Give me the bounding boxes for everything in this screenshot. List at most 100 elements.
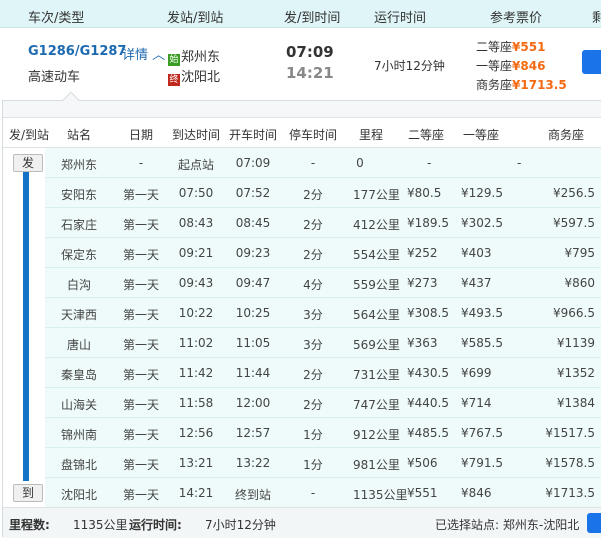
- stop-row[interactable]: 郑州东-起点站07:09-0---: [45, 148, 601, 178]
- cell: ¥1384: [556, 396, 595, 410]
- stop-row[interactable]: 石家庄 第一天 08:43 08:45 2分 412公里 ¥189.5 ¥302.5 ¥597.…: [45, 208, 601, 238]
- cell: -: [310, 486, 316, 500]
- seat-label: 二等座: [476, 40, 513, 54]
- cell: ¥252: [407, 246, 438, 260]
- cell: 沈阳北: [60, 488, 97, 502]
- cell: ¥1713.5: [545, 486, 595, 500]
- cell: ¥714: [461, 396, 492, 410]
- stop-row[interactable]: 保定东 第一天 09:21 09:23 2分 554公里 ¥252 ¥403 ¥795: [45, 238, 601, 268]
- cell: ¥430.5: [407, 366, 449, 380]
- stop-row[interactable]: 唐山 第一天 11:02 11:05 3分 569公里 ¥363 ¥585.5 ¥1139: [45, 328, 601, 358]
- from-name: 郑州东: [181, 50, 221, 65]
- arrive-tag: 到: [13, 484, 43, 502]
- to-name: 沈阳北: [181, 70, 221, 85]
- stop-row[interactable]: 锦州南 第一天 12:56 12:57 1分 912公里 ¥485.5 ¥767.5 ¥1517…: [45, 418, 601, 448]
- cell: ¥597.5: [553, 216, 595, 230]
- cell: 唐山: [66, 338, 91, 352]
- cell: ¥846: [461, 486, 492, 500]
- column-header: 一等座: [462, 128, 499, 142]
- cell: 1分: [303, 428, 323, 442]
- cell: ¥1352: [556, 366, 595, 380]
- cell: 412公里: [353, 218, 400, 232]
- stop-row[interactable]: 安阳东 第一天 07:50 07:52 2分 177公里 ¥80.5 ¥129.5 ¥256.5: [45, 178, 601, 208]
- stop-row[interactable]: 白沟 第一天 09:43 09:47 4分 559公里 ¥273 ¥437 ¥860: [45, 268, 601, 298]
- cell: 564公里: [353, 308, 400, 322]
- stop-row[interactable]: 盘锦北 第一天 13:21 13:22 1分 981公里 ¥506 ¥791.5 ¥1578.5: [45, 448, 601, 478]
- col-remaining: 剩: [592, 11, 601, 26]
- cell: ¥791.5: [461, 456, 503, 470]
- cell: 731公里: [353, 368, 400, 382]
- col-times: 发/到时间: [284, 11, 341, 26]
- price-first: 一等座¥846: [476, 57, 545, 74]
- cell: 2分: [303, 368, 323, 382]
- price-second: 二等座¥551: [476, 38, 545, 55]
- cell: 锦州南: [60, 428, 97, 442]
- col-price: 参考票价: [490, 11, 543, 26]
- cell: ¥440.5: [407, 396, 449, 410]
- price-value: ¥551: [512, 40, 546, 54]
- distance-label: 里程数:: [9, 518, 50, 532]
- cell: ¥551: [407, 486, 438, 500]
- column-header: 站名: [66, 128, 91, 142]
- cell: 912公里: [353, 428, 400, 442]
- depart-time: 07:09: [286, 43, 334, 61]
- price-value: ¥1713.5: [512, 78, 567, 92]
- cell: ¥1517.5: [545, 426, 595, 440]
- duration-label: 运行时间:: [129, 518, 182, 532]
- cell: ¥403: [461, 246, 492, 260]
- cell: ¥506: [407, 456, 438, 470]
- cell: 天津西: [60, 308, 97, 322]
- seat-label: 一等座: [476, 59, 513, 73]
- cell: 0: [356, 156, 364, 170]
- cell: 569公里: [353, 338, 400, 352]
- cell: -: [517, 156, 522, 170]
- cell: 安阳东: [60, 188, 97, 202]
- stop-row[interactable]: 山海关 第一天 11:58 12:00 2分 747公里 ¥440.5 ¥714 ¥1384: [45, 388, 601, 418]
- cell: 554公里: [353, 248, 400, 262]
- cell: 747公里: [353, 398, 400, 412]
- stop-row[interactable]: 秦皇岛 第一天 11:42 11:44 2分 731公里 ¥430.5 ¥699 ¥1352: [45, 358, 601, 388]
- cell: ¥129.5: [461, 186, 503, 200]
- cell: ¥493.5: [461, 306, 503, 320]
- cell: 2分: [303, 398, 323, 412]
- route-line: [23, 161, 29, 481]
- seat-label: 商务座: [476, 78, 513, 92]
- stop-row[interactable]: 天津西 第一天 10:22 10:25 3分 564公里 ¥308.5 ¥493.5 ¥966.…: [45, 298, 601, 328]
- cell: 177公里: [353, 188, 400, 202]
- duration: 7小时12分钟: [374, 59, 445, 73]
- cell: 保定东: [60, 248, 97, 262]
- stop-detail-panel: 发/到站 站名 日期 到达时间 开车时间 停车时间 里程 二等座 一等座 商务座 郑州东 - 起点站 0…: [2, 91, 601, 538]
- cell: 秦皇岛: [60, 368, 97, 382]
- results-header: 车次/类型 发站/到站 发/到时间 运行时间 参考票价 剩: [0, 0, 601, 28]
- panel-strip: [3, 101, 601, 118]
- selected-stations: 已选择站点: 郑州东-沈阳北: [435, 518, 580, 532]
- detail-columns: 发/到站 站名 日期 到达时间 开车时间 停车时间 里程 二等座 一等座 商务座: [3, 118, 601, 148]
- train-type: 高速动车: [28, 70, 81, 85]
- col-stations: 发站/到站: [167, 11, 224, 26]
- cell: -: [528, 156, 601, 170]
- cell: 2分: [303, 248, 323, 262]
- confirm-button[interactable]: [587, 513, 601, 533]
- cell: ¥189.5: [407, 216, 449, 230]
- book-button[interactable]: [582, 50, 601, 74]
- cell: 1分: [303, 458, 323, 472]
- cell: ¥966.5: [553, 306, 595, 320]
- stop-row[interactable]: 沈阳北 第一天 14:21 终到站 -1135公里 ¥551 ¥846 ¥1713.5: [45, 478, 601, 508]
- train-code[interactable]: G1286/G1287: [28, 44, 126, 59]
- cell: 3分: [303, 338, 323, 352]
- cell: 盘锦北: [60, 458, 97, 472]
- chevron-up-icon: ︿: [148, 48, 166, 63]
- end-badge-icon: 终: [168, 74, 180, 86]
- price-business: 商务座¥1713.5: [476, 76, 567, 93]
- from-station: 始郑州东: [168, 46, 220, 66]
- detail-link[interactable]: 详情 ︿: [122, 44, 165, 63]
- cell: ¥1139: [556, 336, 595, 350]
- detail-footer: 里程数: 1135公里 运行时间: 7小时12分钟 已选择站点: 郑州东-沈阳北: [3, 507, 601, 538]
- cell: ¥767.5: [461, 426, 503, 440]
- cell: ¥363: [407, 336, 438, 350]
- cell: 2分: [303, 218, 323, 232]
- cell: ¥485.5: [407, 426, 449, 440]
- cell: ¥795: [564, 246, 595, 260]
- cell: ¥308.5: [407, 306, 449, 320]
- cell: ¥699: [461, 366, 492, 380]
